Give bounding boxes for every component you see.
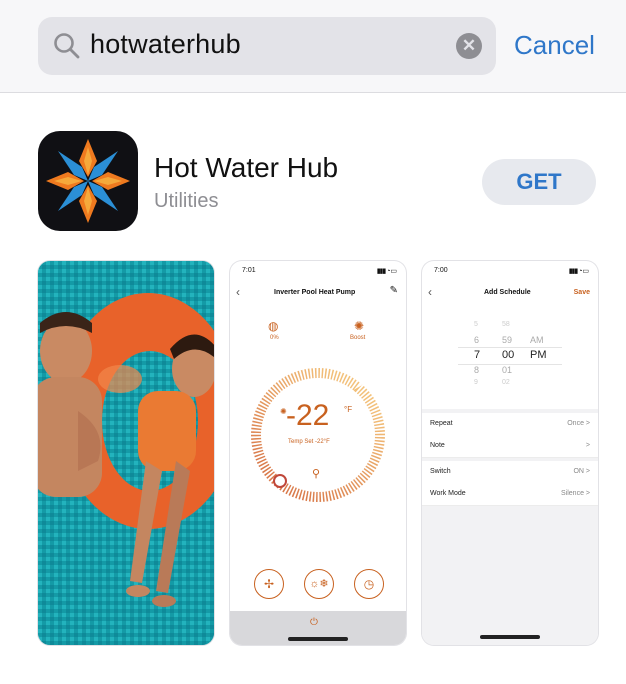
get-button[interactable]: GET — [482, 159, 596, 205]
heat-pump-title: Inverter Pool Heat Pump — [274, 289, 356, 296]
clear-icon[interactable]: ✕ — [456, 33, 482, 59]
row-value: ON > — [573, 468, 590, 475]
screenshot-photo[interactable] — [38, 261, 214, 645]
schedule-title: Add Schedule — [484, 289, 531, 296]
pool-photo — [38, 261, 214, 645]
app-category: Utilities — [154, 190, 219, 212]
app-name[interactable]: Hot Water Hub — [154, 152, 338, 184]
status-time: 7:01 — [242, 267, 256, 274]
boost-label: Boost — [350, 335, 366, 341]
repeat-row[interactable]: Repeat Once > — [422, 413, 598, 436]
cancel-button[interactable]: Cancel — [514, 30, 595, 61]
edit-icon[interactable]: ✎ — [390, 285, 398, 296]
fan-icon[interactable]: ✢ — [254, 569, 284, 599]
picker-am: AM — [530, 335, 544, 345]
status-time: 7:00 — [434, 267, 448, 274]
back-icon[interactable]: ‹ — [428, 285, 432, 299]
row-label: Note — [430, 442, 445, 449]
search-icon — [54, 33, 80, 59]
row-value: Silence > — [561, 490, 590, 497]
mode-icon[interactable]: ☼❄ — [304, 569, 334, 599]
timer-icon[interactable]: ◷ — [354, 569, 384, 599]
picker-hour: 8 — [474, 365, 480, 375]
picker-minute: 01 — [502, 365, 513, 375]
temperature-unit: °F — [344, 405, 353, 414]
status-icons: ▮▮▮ ◔ ▭ — [376, 268, 397, 275]
heat-icon: ✺ — [280, 407, 287, 416]
power-level-value: 0% — [270, 335, 279, 341]
power-icon[interactable]: ⏻ — [310, 617, 318, 628]
status-icons: ▮▮▮ ◔ ▭ — [568, 268, 589, 275]
picker-hour: 9 — [474, 379, 478, 386]
power-level-icon: ◍ — [268, 319, 279, 333]
temperature-dial[interactable] — [244, 361, 392, 509]
boost-icon: ✺ — [354, 319, 365, 333]
work-mode-row[interactable]: Work Mode Silence > — [422, 483, 598, 506]
picker-hour: 6 — [474, 335, 480, 345]
picker-minute: 02 — [502, 379, 510, 386]
temperature-value: -22 — [286, 399, 330, 432]
picker-minute: 59 — [502, 335, 513, 345]
search-input[interactable]: hotwaterhub ✕ — [38, 17, 496, 75]
screenshot-heat-pump[interactable]: 7:01 ▮▮▮ ◔ ▭ ‹ Inverter Pool Heat Pump ✎… — [230, 261, 406, 645]
picker-selection-band — [458, 347, 562, 365]
row-label: Work Mode — [430, 490, 466, 497]
search-header: hotwaterhub ✕ Cancel — [0, 0, 626, 93]
row-label: Repeat — [430, 420, 453, 427]
save-button[interactable]: Save — [574, 289, 590, 296]
picker-minute: 58 — [502, 321, 510, 328]
time-picker[interactable]: 5 6 7 8 9 58 59 00 01 02 AM PM — [422, 305, 598, 409]
note-row[interactable]: Note > — [422, 435, 598, 458]
app-icon[interactable] — [38, 131, 138, 231]
search-icon[interactable]: ⚲ — [312, 467, 320, 480]
row-value: Once > — [567, 420, 590, 427]
switch-row[interactable]: Switch ON > — [422, 461, 598, 484]
search-query: hotwaterhub — [90, 29, 241, 59]
bottom-bar: ⏻ — [230, 611, 406, 645]
picker-hour: 5 — [474, 321, 478, 328]
row-value: > — [585, 442, 590, 449]
compass-star-icon — [46, 139, 130, 223]
temp-set-label: Temp Set -22°F — [288, 439, 330, 445]
screenshot-schedule[interactable]: 7:00 ▮▮▮ ◔ ▭ ‹ Add Schedule Save 5 6 7 8… — [422, 261, 598, 645]
back-icon[interactable]: ‹ — [236, 285, 240, 299]
home-indicator — [288, 637, 348, 641]
row-label: Switch — [430, 468, 451, 475]
home-indicator — [480, 635, 540, 639]
